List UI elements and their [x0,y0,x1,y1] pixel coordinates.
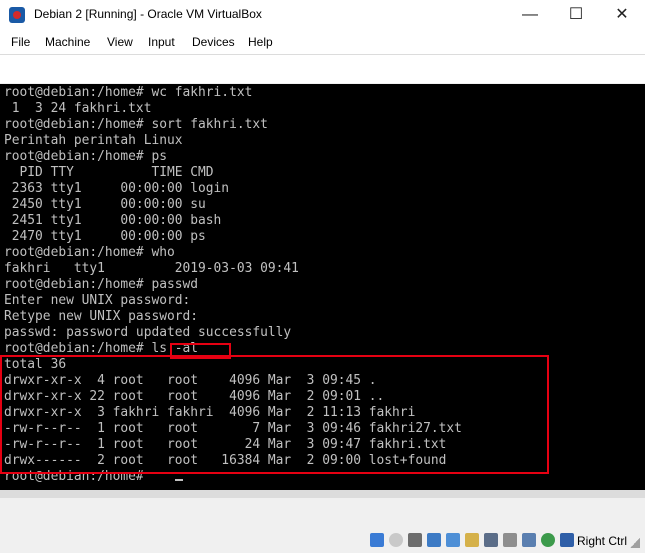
toolbar-area [0,55,645,83]
optical-drive-icon[interactable] [389,533,403,547]
terminal-line: 1 3 24 fakhri.txt [4,101,152,116]
terminal-line: Perintah perintah Linux [4,133,183,148]
menu-help[interactable]: Help [248,35,273,49]
terminal-line: root@debian:/home# wc fakhri.txt [4,85,253,100]
terminal-line: root@debian:/home# ps [4,149,167,164]
terminal-line: Retype new UNIX password: [4,309,199,324]
terminal-line: root@debian:/home# passwd [4,277,199,292]
virtualbox-logo-icon [9,7,25,23]
minimize-button[interactable]: — [507,0,553,30]
display-icon[interactable] [484,533,498,547]
menu-devices[interactable]: Devices [192,35,235,49]
usb-icon[interactable] [446,533,460,547]
terminal-line: 2470 tty1 00:00:00 ps [4,229,206,244]
guest-additions-icon[interactable] [541,533,555,547]
menu-bar: File Machine View Input Devices Help [0,30,645,55]
text-cursor [175,479,183,481]
menu-input[interactable]: Input [148,35,175,49]
maximize-button[interactable]: ☐ [553,0,599,30]
terminal-line: PID TTY TIME CMD [4,165,214,180]
status-separator [0,490,645,498]
terminal-line: Enter new UNIX password: [4,293,191,308]
terminal-line: root@debian:/home# who [4,245,175,260]
audio-icon[interactable] [408,533,422,547]
host-key-label: Right Ctrl [577,534,628,548]
terminal-line: root@debian:/home# sort fakhri.txt [4,117,268,132]
cpu-icon[interactable] [522,533,536,547]
menu-view[interactable]: View [107,35,133,49]
menu-machine[interactable]: Machine [45,35,90,49]
terminal-line: fakhri tty1 2019-03-03 09:41 [4,261,299,276]
status-bar: Right Ctrl [0,490,645,553]
resize-grip[interactable] [630,538,640,548]
menu-file[interactable]: File [11,35,30,49]
window-title: Debian 2 [Running] - Oracle VM VirtualBo… [34,7,262,21]
terminal-line: 2450 tty1 00:00:00 su [4,197,206,212]
vm-display[interactable]: root@debian:/home# wc fakhri.txt 1 3 24 … [0,84,645,490]
close-button[interactable]: ✕ [599,0,645,30]
terminal-line: 2451 tty1 00:00:00 bash [4,213,222,228]
output-highlight-box [0,355,549,474]
terminal-line: 2363 tty1 00:00:00 login [4,181,230,196]
window-titlebar: Debian 2 [Running] - Oracle VM VirtualBo… [0,0,645,31]
network-icon[interactable] [427,533,441,547]
recording-icon[interactable] [503,533,517,547]
mouse-integration-icon[interactable] [560,533,574,547]
hard-disk-icon[interactable] [370,533,384,547]
shared-folders-icon[interactable] [465,533,479,547]
terminal-line: passwd: password updated successfully [4,325,292,340]
